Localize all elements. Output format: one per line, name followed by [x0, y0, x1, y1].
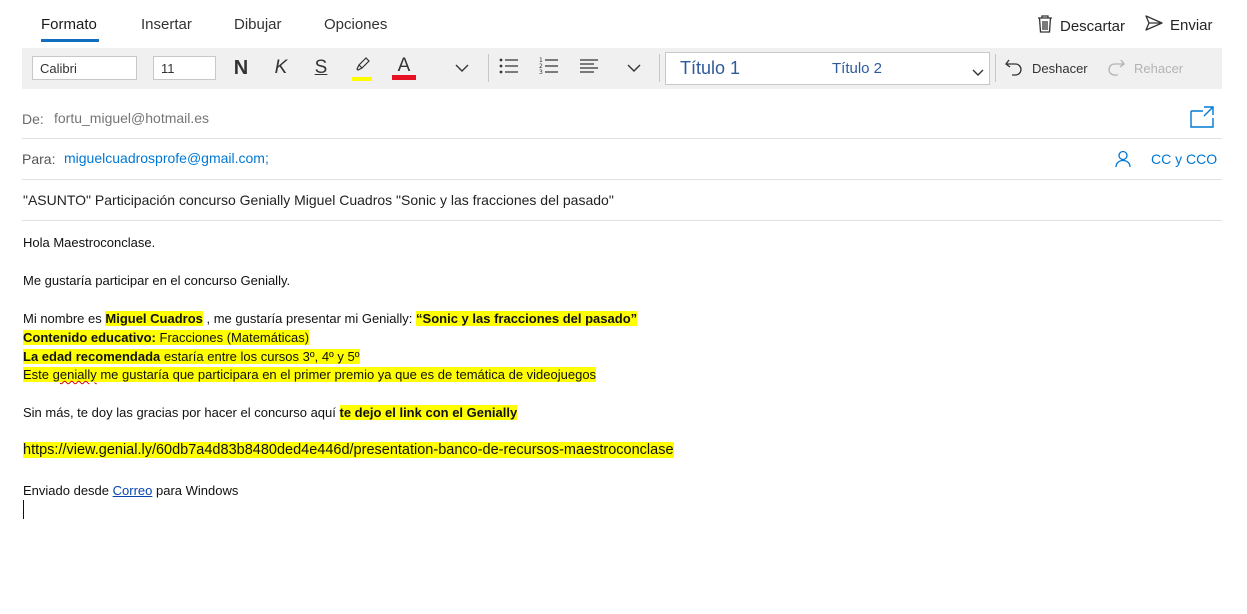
divider	[22, 220, 1222, 221]
body-text-span: estaría entre los cursos 3º, 4º y 5º	[160, 349, 360, 364]
trash-icon	[1036, 14, 1054, 38]
toolbar-divider	[488, 54, 489, 82]
body-line: Contenido educativo: Fracciones (Matemát…	[23, 330, 310, 345]
from-label: De:	[22, 111, 44, 127]
undo-label: Deshacer	[1032, 60, 1088, 76]
contacts-button[interactable]	[1114, 150, 1132, 173]
bold-button[interactable]: N	[228, 54, 254, 82]
body-greeting: Hola Maestroconclase.	[23, 235, 156, 250]
more-font-options-button[interactable]	[450, 54, 474, 82]
body-text-span: Enviado desde	[23, 483, 113, 498]
toolbar-divider	[995, 54, 996, 82]
tab-formato[interactable]: Formato	[41, 16, 97, 33]
numbering-button[interactable]: 123	[536, 54, 562, 82]
format-toolbar: Calibri 11 N K S A 123 Título 1 Título 2…	[22, 48, 1222, 89]
divider	[22, 138, 1222, 139]
highlighter-icon	[353, 56, 371, 77]
chevron-down-icon	[455, 59, 469, 77]
tab-dibujar[interactable]: Dibujar	[234, 16, 282, 33]
active-tab-indicator	[41, 39, 99, 42]
body-text-span: , me gustaría presentar mi Genially:	[202, 311, 417, 326]
body-bold-span: Contenido educativo:	[23, 330, 156, 345]
undo-button[interactable]: Deshacer	[1004, 54, 1088, 82]
styles-expand-button[interactable]	[972, 64, 984, 82]
to-label: Para:	[22, 151, 56, 167]
redo-label: Rehacer	[1134, 60, 1184, 76]
body-text-span: Mi nombre es	[23, 311, 106, 326]
highlight-color-swatch	[352, 76, 372, 81]
misspelled-word[interactable]: genially	[53, 367, 97, 382]
highlighted-text: te dejo el link con el Genially	[339, 405, 518, 420]
font-color-swatch	[392, 74, 416, 80]
body-url-line: https://view.genial.ly/60db7a4d83b8480de…	[23, 442, 674, 458]
align-button[interactable]	[576, 54, 602, 82]
discard-button[interactable]: Descartar	[1036, 14, 1125, 38]
to-recipient[interactable]: miguelcuadrosprofe@gmail.com;	[64, 150, 269, 166]
cc-bcc-button[interactable]: CC y CCO	[1151, 151, 1217, 167]
genially-url[interactable]: https://view.genial.ly/60db7a4d83b8480de…	[23, 442, 674, 458]
numbered-list-icon: 123	[539, 57, 559, 80]
body-text-span: me gustaría que participara en el primer…	[96, 367, 597, 382]
person-icon	[1114, 150, 1132, 172]
signature-line: Enviado desde Correo para Windows	[23, 483, 238, 498]
align-left-icon	[579, 58, 599, 79]
body-text-span: Fracciones (Matemáticas)	[155, 330, 310, 345]
font-name-input[interactable]: Calibri	[32, 56, 137, 80]
font-color-button[interactable]: A	[390, 54, 418, 82]
body-text-span: Este	[23, 367, 53, 382]
correo-link[interactable]: Correo	[113, 483, 153, 498]
send-icon	[1144, 14, 1164, 36]
chevron-down-icon	[972, 64, 984, 81]
svg-text:3: 3	[539, 69, 543, 75]
body-bold-span: La edad recomendada	[23, 349, 161, 364]
redo-button[interactable]: Rehacer	[1106, 54, 1183, 82]
discard-label: Descartar	[1060, 17, 1126, 35]
popout-button[interactable]	[1190, 106, 1214, 133]
from-value[interactable]: fortu_miguel@hotmail.es	[54, 110, 209, 126]
divider	[22, 179, 1222, 180]
italic-button[interactable]: K	[268, 54, 294, 82]
send-label: Enviar	[1170, 16, 1213, 34]
tab-opciones[interactable]: Opciones	[324, 16, 387, 33]
body-line: Sin más, te doy las gracias por hacer el…	[23, 405, 518, 420]
body-line: Me gustaría participar en el concurso Ge…	[23, 273, 291, 288]
toolbar-divider	[659, 54, 660, 82]
redo-icon	[1106, 58, 1126, 79]
highlighted-name: Miguel Cuadros	[105, 311, 203, 326]
more-paragraph-options-button[interactable]	[622, 54, 646, 82]
popout-window-icon	[1190, 106, 1214, 132]
bullets-button[interactable]	[496, 54, 522, 82]
body-text-span: para Windows	[152, 483, 239, 498]
tab-insertar[interactable]: Insertar	[141, 16, 192, 33]
style-heading-2[interactable]: Título 2	[832, 60, 882, 77]
font-color-glyph: A	[397, 54, 411, 76]
style-heading-1[interactable]: Título 1	[680, 58, 740, 79]
undo-icon	[1004, 58, 1024, 79]
text-cursor	[23, 500, 24, 519]
body-text-span: Sin más, te doy las gracias por hacer el…	[23, 405, 340, 420]
body-line: La edad recomendada estaría entre los cu…	[23, 349, 360, 364]
subject-input[interactable]: "ASUNTO" Participación concurso Genially…	[23, 192, 614, 208]
font-size-input[interactable]: 11	[153, 56, 216, 80]
underline-button[interactable]: S	[308, 54, 334, 82]
bulleted-list-icon	[499, 57, 519, 80]
highlighted-title: “Sonic y las fracciones del pasado”	[416, 311, 638, 326]
body-line: Mi nombre es Miguel Cuadros , me gustarí…	[23, 311, 638, 326]
chevron-down-icon	[627, 59, 641, 77]
styles-gallery[interactable]: Título 1 Título 2	[665, 52, 990, 85]
highlight-button[interactable]	[348, 54, 376, 82]
body-line: Este genially me gustaría que participar…	[23, 367, 597, 382]
send-button[interactable]: Enviar	[1144, 14, 1213, 36]
